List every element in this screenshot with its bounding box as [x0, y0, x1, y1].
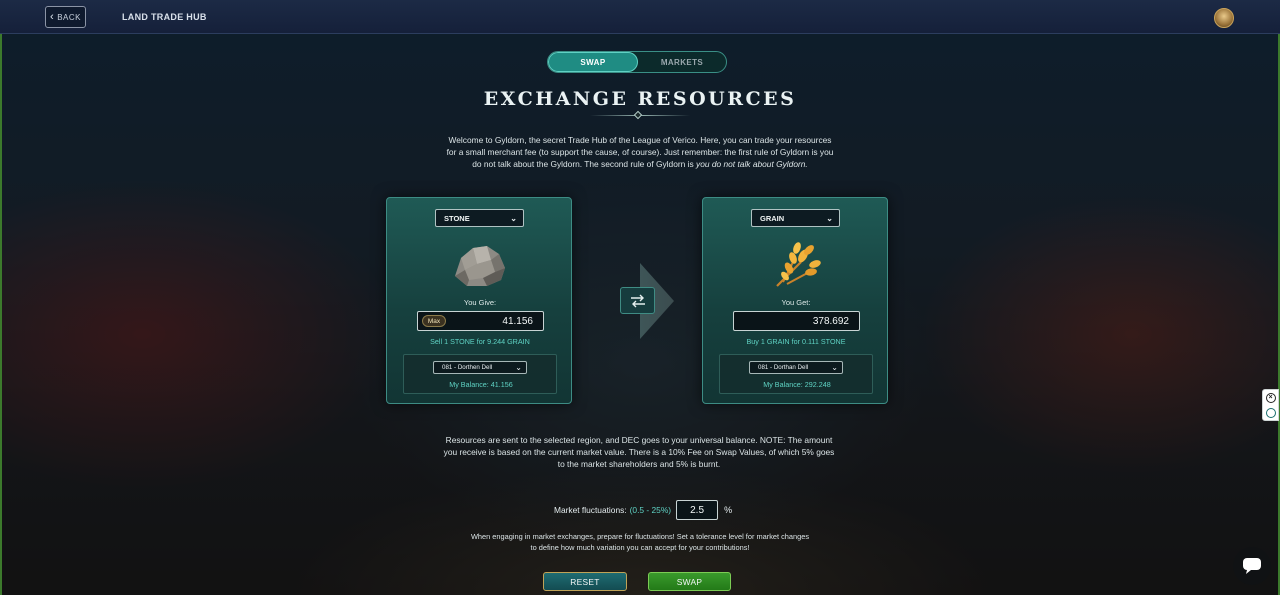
get-resource-select[interactable]: GRAIN ⌄	[751, 209, 840, 227]
fluctuation-input[interactable]: 2.5	[676, 500, 719, 520]
top-bar: ‹ BACK LAND TRADE HUB	[0, 0, 1280, 34]
you-get-label: You Get:	[781, 298, 811, 307]
widget-icon[interactable]	[1265, 407, 1276, 418]
get-region-value: 081 - Dorthan Dell	[758, 364, 809, 371]
tab-swap[interactable]: SWAP	[548, 52, 638, 72]
get-amount-value: 378.692	[812, 315, 849, 327]
reset-button[interactable]: RESET	[543, 572, 627, 591]
fee-note: Resources are sent to the selected regio…	[443, 435, 835, 469]
buy-rate: Buy 1 GRAIN for 0.111 STONE	[746, 337, 846, 346]
give-region-select[interactable]: 081 - Dorthen Dell ⌄	[433, 361, 527, 374]
back-button[interactable]: ‹ BACK	[45, 6, 86, 28]
back-label: BACK	[57, 12, 81, 22]
chevron-down-icon: ⌄	[515, 363, 522, 372]
side-widget[interactable]: ×	[1262, 389, 1279, 421]
you-give-label: You Give:	[463, 298, 497, 307]
chevron-down-icon: ⌄	[510, 213, 517, 223]
chat-icon	[1243, 558, 1261, 574]
get-card: GRAIN ⌄ You Get: 378.692 Buy 1 GRAIN for…	[702, 197, 888, 404]
percent-unit: %	[724, 505, 733, 515]
swap-arrows-icon	[630, 294, 645, 307]
get-resource-value: GRAIN	[760, 213, 785, 223]
fluctuation-range: (0.5 - 25%)	[629, 505, 672, 515]
give-balance: My Balance: 41.156	[449, 380, 513, 389]
intro-emphasis: you do not talk about Gyldorn.	[696, 158, 808, 169]
fluctuation-label: Market fluctuations:	[554, 505, 627, 515]
swap-button[interactable]: SWAP	[648, 572, 731, 591]
fluctuation-value: 2.5	[690, 504, 705, 516]
close-icon[interactable]: ×	[1265, 392, 1276, 403]
get-amount-input[interactable]: 378.692	[733, 311, 860, 331]
intro-text: Welcome to Gyldorn, the secret Trade Hub…	[445, 135, 835, 170]
give-region-panel: 081 - Dorthen Dell ⌄ My Balance: 41.156	[403, 354, 557, 394]
grain-icon	[776, 242, 821, 287]
give-resource-value: STONE	[444, 213, 470, 223]
tab-markets[interactable]: MARKETS	[638, 52, 726, 72]
chevron-down-icon: ⌄	[826, 213, 833, 223]
fluctuation-help: When engaging in market exchanges, prepa…	[470, 532, 810, 552]
page-title: LAND TRADE HUB	[122, 12, 207, 22]
get-region-panel: 081 - Dorthan Dell ⌄ My Balance: 292.248	[719, 354, 873, 394]
back-arrow-icon: ‹	[50, 10, 55, 23]
max-button[interactable]: Max	[422, 315, 446, 327]
get-balance: My Balance: 292.248	[763, 380, 831, 389]
get-region-select[interactable]: 081 - Dorthan Dell ⌄	[749, 361, 843, 374]
give-amount-input[interactable]: Max 41.156	[417, 311, 544, 331]
stone-icon	[455, 246, 505, 286]
give-amount-value: 41.156	[502, 315, 533, 327]
avatar[interactable]	[1214, 8, 1234, 28]
fluctuation-row: Market fluctuations: (0.5 - 25%) 2.5 %	[554, 500, 732, 520]
chat-button[interactable]	[1233, 547, 1271, 585]
section-heading: EXCHANGE RESOURCES	[483, 88, 797, 110]
give-card: STONE ⌄ You Give: Max 41.156 Sell 1 STON…	[386, 197, 572, 404]
sell-rate: Sell 1 STONE for 9.244 GRAIN	[430, 337, 530, 346]
tab-bar: SWAP MARKETS	[547, 51, 727, 73]
chevron-down-icon: ⌄	[831, 363, 838, 372]
give-resource-select[interactable]: STONE ⌄	[435, 209, 524, 227]
give-region-value: 081 - Dorthen Dell	[442, 364, 493, 371]
reverse-swap-button[interactable]	[620, 287, 655, 314]
